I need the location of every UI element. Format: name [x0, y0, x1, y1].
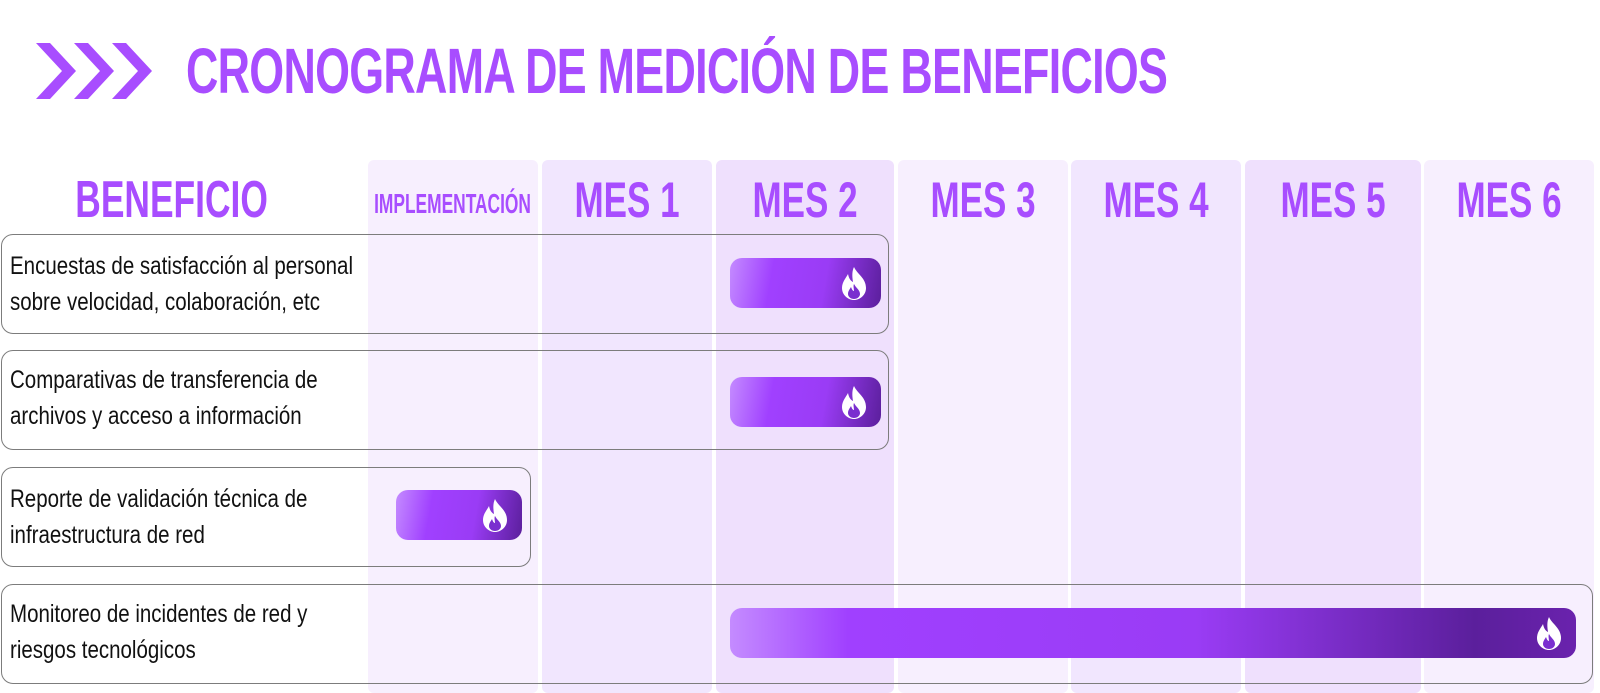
row-monitoreo-line-1: Monitoreo de incidentes de red y [10, 600, 308, 628]
header-mes-2: MES 2 [716, 166, 894, 234]
row-encuestas-line-1: Encuestas de satisfacción al personal [10, 252, 354, 280]
triple-chevron-icon [36, 43, 152, 99]
header-mes-4: MES 4 [1071, 166, 1241, 234]
header-mes-1-label: MES 1 [574, 172, 680, 228]
page-title: CRONOGRAMA DE MEDICIÓN DE BENEFICIOS [186, 35, 1168, 107]
flame-icon [1537, 617, 1561, 650]
header-implementacion-label: IMPLEMENTACIÓN [374, 188, 532, 219]
row-reporte-label: Reporte de validación técnica de infraes… [10, 481, 354, 553]
row-monitoreo-label: Monitoreo de incidentes de red y riesgos… [10, 596, 354, 668]
row-comparativas-line-1: Comparativas de transferencia de [10, 366, 318, 394]
title-row: CRONOGRAMA DE MEDICIÓN DE BENEFICIOS [36, 28, 1588, 114]
flame-icon [842, 386, 866, 419]
header-beneficio: BENEFICIO [0, 166, 344, 234]
header-mes-5: MES 5 [1245, 166, 1421, 234]
flame-icon [842, 267, 866, 300]
header-mes-3-label: MES 3 [930, 172, 1036, 228]
header-mes-6: MES 6 [1424, 166, 1594, 234]
header-mes-5-label: MES 5 [1280, 172, 1386, 228]
header-mes-1: MES 1 [542, 166, 712, 234]
header-beneficio-label: BENEFICIO [75, 171, 269, 229]
row-encuestas-line-2: sobre velocidad, colaboración, etc [10, 288, 320, 316]
row-reporte-line-2: infraestructura de red [10, 521, 205, 549]
header-mes-3: MES 3 [898, 166, 1068, 234]
header-mes-6-label: MES 6 [1456, 172, 1562, 228]
row-reporte-line-1: Reporte de validación técnica de [10, 485, 308, 513]
flame-icon [483, 499, 507, 532]
timeline-bar-comparativas [730, 377, 881, 427]
header-mes-2-label: MES 2 [752, 172, 858, 228]
timeline-bar-encuestas [730, 258, 881, 308]
header-mes-4-label: MES 4 [1103, 172, 1209, 228]
row-comparativas-label: Comparativas de transferencia de archivo… [10, 362, 354, 434]
header-implementacion: IMPLEMENTACIÓN [368, 170, 538, 238]
row-encuestas-label: Encuestas de satisfacción al personal so… [10, 248, 354, 320]
timeline-bar-reporte [396, 490, 522, 540]
row-monitoreo-line-2: riesgos tecnológicos [10, 636, 196, 664]
timeline-bar-monitoreo [730, 608, 1576, 658]
row-comparativas-line-2: archivos y acceso a información [10, 402, 302, 430]
